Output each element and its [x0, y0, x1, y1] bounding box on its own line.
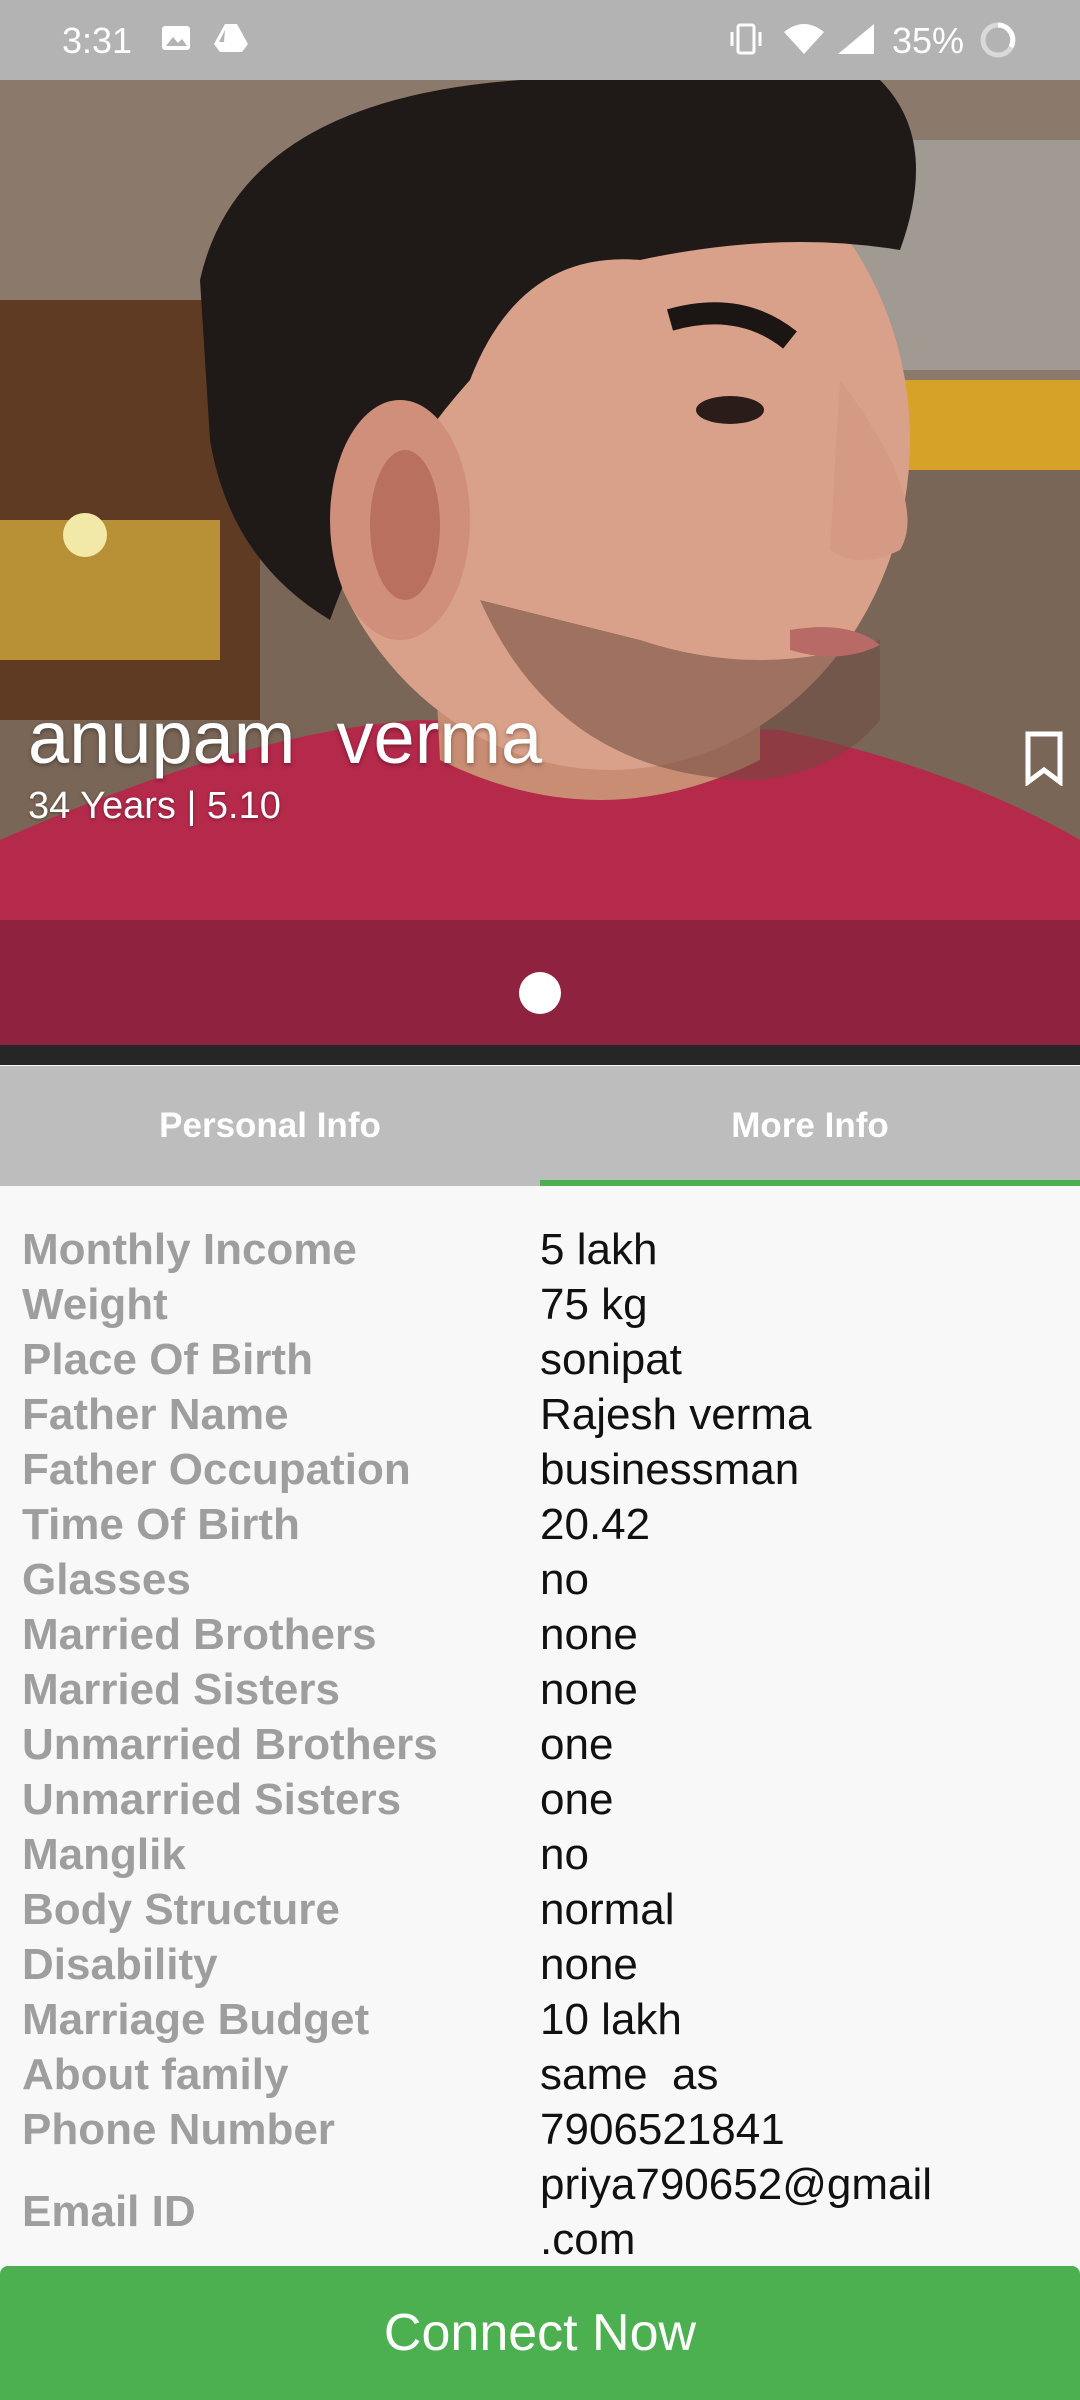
image-icon	[160, 22, 192, 59]
info-row-weight: Weight 75 kg	[0, 1277, 1080, 1332]
info-value: one	[540, 1719, 614, 1769]
battery-percentage: 35%	[892, 20, 965, 61]
battery-icon	[978, 22, 1018, 63]
info-value: 20.42	[540, 1499, 651, 1549]
info-value: 5 lakh	[540, 1224, 658, 1274]
info-label: Marriage Budget	[22, 1994, 370, 2044]
info-label: Married Sisters	[22, 1664, 340, 1714]
info-value: no	[540, 1554, 589, 1604]
photo-divider	[0, 1045, 1080, 1065]
status-time: 3:31	[62, 20, 133, 61]
info-tabs: Personal Info More Info	[0, 1066, 1080, 1186]
info-row-glasses: Glasses no	[0, 1552, 1080, 1607]
status-bar: 3:31 35%	[0, 0, 1080, 80]
profile-name: anupam verma	[28, 696, 543, 779]
info-label: Email ID	[22, 2187, 196, 2236]
info-label: About family	[22, 2049, 289, 2099]
info-row-disability: Disability none	[0, 1937, 1080, 1992]
info-label: Monthly Income	[22, 1224, 357, 1274]
info-row-body-structure: Body Structure normal	[0, 1882, 1080, 1937]
info-label: Glasses	[22, 1554, 191, 1604]
info-value: same as	[540, 2049, 719, 2099]
info-label: Body Structure	[22, 1884, 340, 1934]
info-row-email-id: Email ID priya790652@gmail .com	[0, 2157, 1080, 2267]
info-row-place-of-birth: Place Of Birth sonipat	[0, 1332, 1080, 1387]
tab-personal-info[interactable]: Personal Info	[0, 1066, 540, 1186]
info-row-unmarried-sisters: Unmarried Sisters one	[0, 1772, 1080, 1827]
drive-icon	[213, 22, 249, 59]
tab-more-info[interactable]: More Info	[540, 1066, 1080, 1186]
info-value: sonipat	[540, 1334, 682, 1384]
info-label: Time Of Birth	[22, 1499, 300, 1549]
info-row-unmarried-brothers: Unmarried Brothers one	[0, 1717, 1080, 1772]
info-value: priya790652@gmail .com	[540, 2160, 933, 2264]
info-label: Unmarried Sisters	[22, 1774, 402, 1824]
info-label: Unmarried Brothers	[22, 1719, 438, 1769]
info-row-time-of-birth: Time Of Birth 20.42	[0, 1497, 1080, 1552]
info-value: 75 kg	[540, 1279, 648, 1329]
info-row-father-name: Father Name Rajesh verma	[0, 1387, 1080, 1442]
info-label: Father Name	[22, 1389, 289, 1439]
signal-icon	[836, 22, 876, 61]
profile-photo[interactable]: anupam verma 34 Years | 5.10	[0, 80, 1080, 1065]
info-value: Rajesh verma	[540, 1389, 812, 1439]
info-value: businessman	[540, 1444, 800, 1494]
info-label: Married Brothers	[22, 1609, 377, 1659]
vibrate-icon	[728, 22, 764, 61]
wifi-icon	[782, 22, 826, 61]
info-value: none	[540, 1939, 638, 1989]
more-info-list: Monthly Income 5 lakh Weight 75 kg Place…	[0, 1222, 1080, 2267]
photo-page-indicator[interactable]	[519, 972, 561, 1014]
info-row-manglik: Manglik no	[0, 1827, 1080, 1882]
profile-age-height: 34 Years | 5.10	[28, 785, 281, 827]
info-label: Place Of Birth	[22, 1334, 313, 1384]
info-value: none	[540, 1609, 638, 1659]
info-row-married-brothers: Married Brothers none	[0, 1607, 1080, 1662]
info-value: normal	[540, 1884, 675, 1934]
profile-photo-image	[0, 80, 1080, 1065]
info-value: no	[540, 1829, 589, 1879]
info-row-father-occupation: Father Occupation businessman	[0, 1442, 1080, 1497]
info-row-monthly-income: Monthly Income 5 lakh	[0, 1222, 1080, 1277]
info-value: 7906521841	[540, 2104, 785, 2154]
info-label: Phone Number	[22, 2104, 335, 2154]
info-label: Disability	[22, 1939, 218, 1989]
info-label: Manglik	[22, 1829, 186, 1879]
info-row-phone-number: Phone Number 7906521841	[0, 2102, 1080, 2157]
info-row-marriage-budget: Marriage Budget 10 lakh	[0, 1992, 1080, 2047]
info-row-married-sisters: Married Sisters none	[0, 1662, 1080, 1717]
info-value: 10 lakh	[540, 1994, 682, 2044]
info-label: Weight	[22, 1279, 168, 1329]
info-label: Father Occupation	[22, 1444, 411, 1494]
bookmark-icon[interactable]	[1022, 730, 1066, 791]
info-value: none	[540, 1664, 638, 1714]
info-row-about-family: About family same as	[0, 2047, 1080, 2102]
info-value: one	[540, 1774, 614, 1824]
connect-now-button[interactable]: Connect Now	[0, 2266, 1080, 2400]
